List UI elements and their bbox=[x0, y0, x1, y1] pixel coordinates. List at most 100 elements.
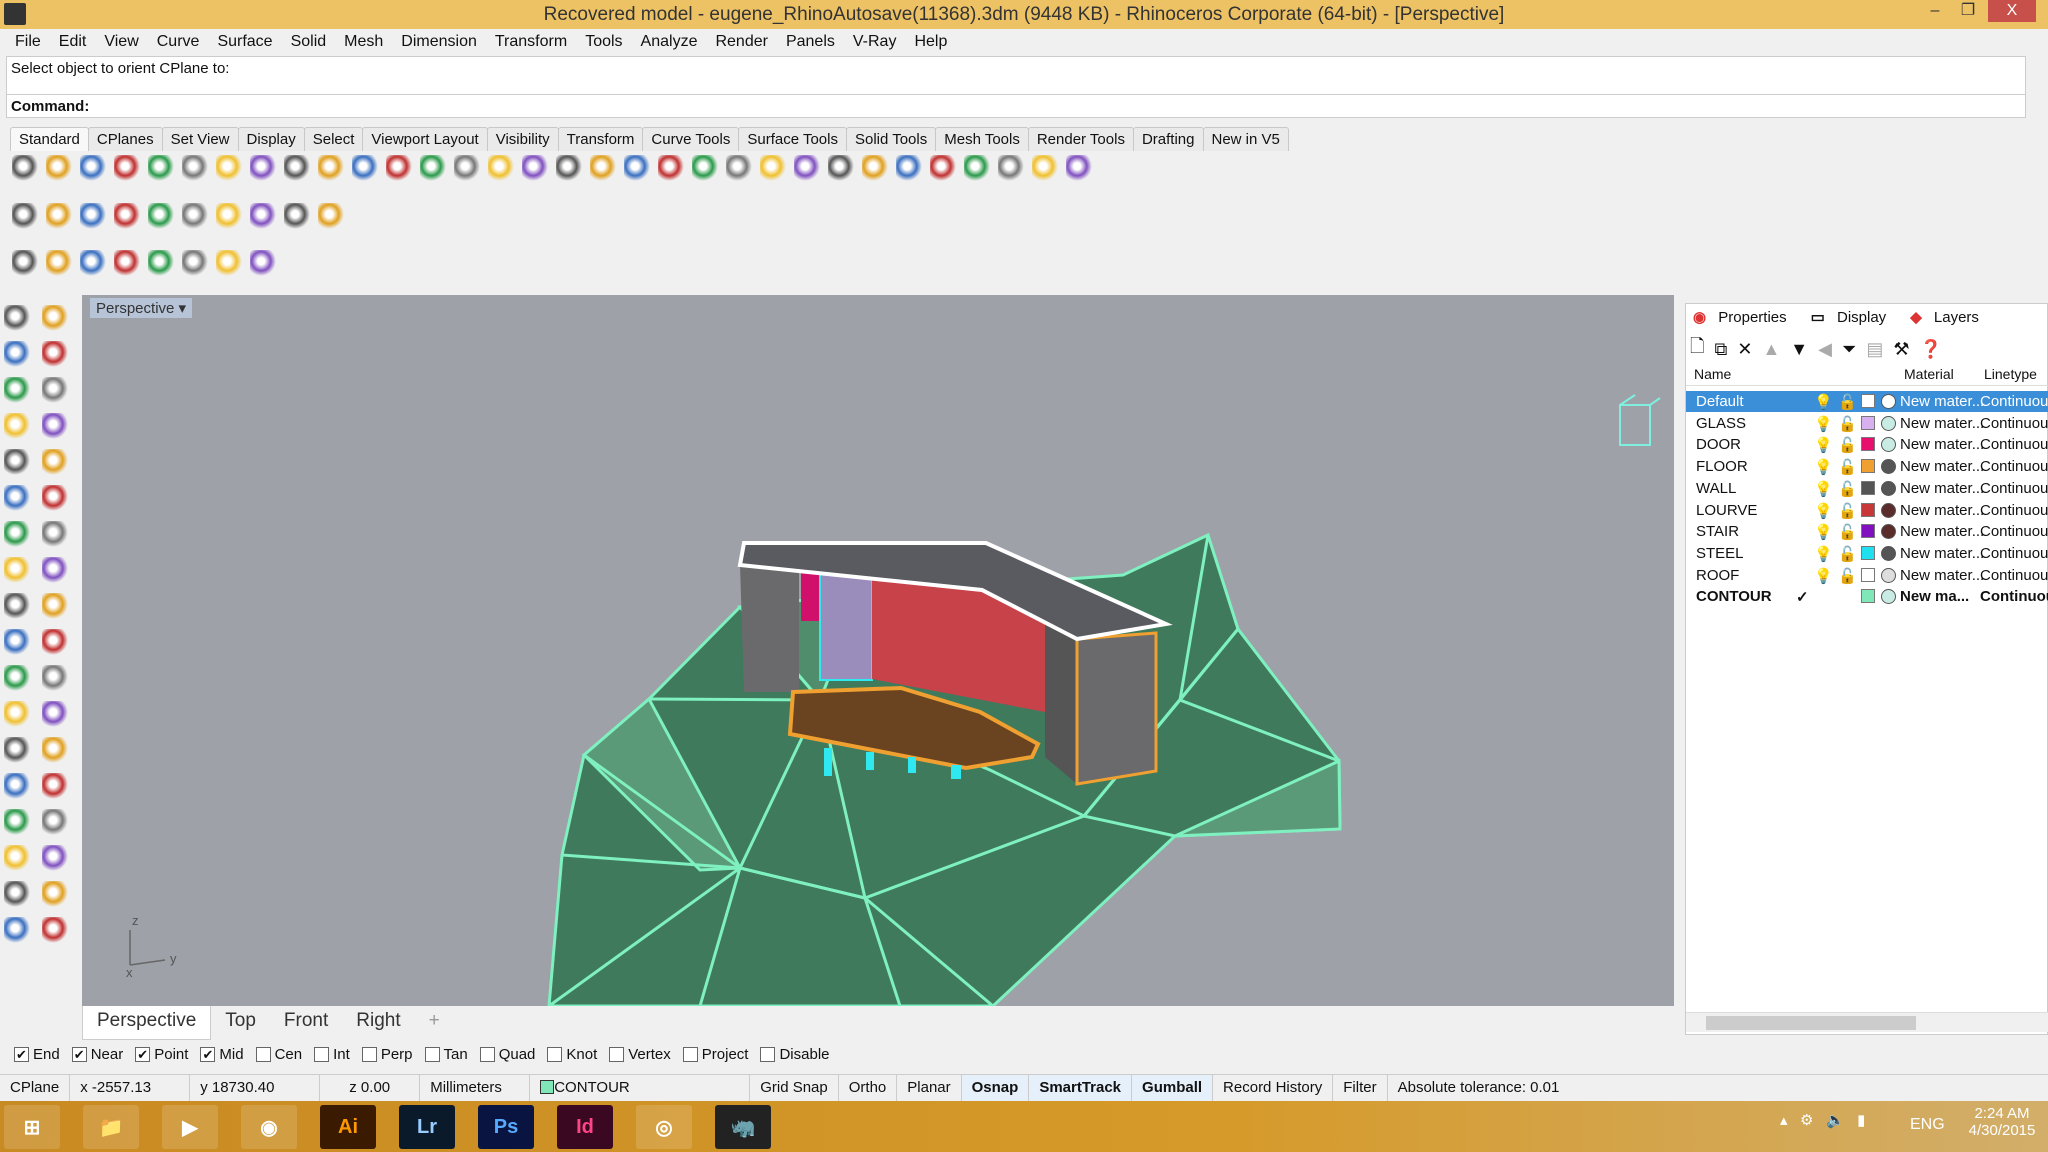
units[interactable]: Millimeters bbox=[420, 1074, 531, 1102]
trim-icon[interactable] bbox=[42, 593, 70, 621]
planar-toggle[interactable]: Planar bbox=[897, 1074, 962, 1102]
vray-m-icon[interactable] bbox=[12, 203, 40, 231]
menu-vray[interactable]: V-Ray bbox=[844, 33, 906, 51]
dimension-icon[interactable] bbox=[1032, 155, 1060, 183]
layer-name[interactable]: DOOR bbox=[1696, 436, 1741, 453]
material-sphere-icon[interactable] bbox=[1881, 459, 1896, 475]
point-icon[interactable] bbox=[42, 305, 70, 333]
photoshop-taskbar-icon[interactable]: Ps bbox=[478, 1105, 534, 1149]
boolean-icon[interactable] bbox=[42, 521, 70, 549]
export-icon[interactable] bbox=[148, 155, 176, 183]
checkbox[interactable] bbox=[609, 1047, 625, 1062]
layer-linetype[interactable]: Continuous bbox=[1980, 480, 2048, 497]
mesh-icon[interactable] bbox=[4, 809, 32, 837]
material-sphere-icon[interactable] bbox=[1881, 524, 1896, 540]
new-icon[interactable] bbox=[12, 155, 40, 183]
lightbulb-icon[interactable]: 💡 bbox=[1814, 458, 1833, 476]
move-out-icon[interactable]: ◀ bbox=[1818, 339, 1832, 360]
layer-material[interactable]: New mater... bbox=[1900, 523, 1984, 540]
fillet-icon[interactable] bbox=[42, 449, 70, 477]
filter-icon[interactable] bbox=[964, 155, 992, 183]
layer-linetype[interactable]: Continuous bbox=[1980, 502, 2048, 519]
toolbar-tab-drafting[interactable]: Drafting bbox=[1132, 127, 1204, 151]
delete-layer-icon[interactable]: ✕ bbox=[1737, 339, 1752, 360]
material-sphere-icon[interactable] bbox=[1881, 415, 1896, 431]
explode-icon[interactable] bbox=[4, 593, 32, 621]
add-viewport-tab-button[interactable]: + bbox=[415, 1006, 454, 1040]
column-material[interactable]: Material bbox=[1904, 366, 1954, 382]
column-name[interactable]: Name bbox=[1694, 366, 1731, 382]
layer-row[interactable]: CONTOUR ✓ New ma... Continuous bbox=[1686, 586, 2048, 607]
tab-layers[interactable]: ◆ Layers bbox=[1902, 306, 1995, 328]
toolbar-tab-curve-tools[interactable]: Curve Tools bbox=[642, 127, 740, 151]
filter-icon[interactable]: ⏷ bbox=[1842, 339, 1856, 360]
tools-icon[interactable]: ⚒ bbox=[1893, 339, 1909, 360]
checkbox[interactable] bbox=[479, 1047, 495, 1062]
material-sphere-icon[interactable] bbox=[1881, 394, 1896, 409]
unlock-icon[interactable]: 🔓 bbox=[1838, 502, 1857, 520]
zoom-extents-icon[interactable] bbox=[454, 155, 482, 183]
paste-icon[interactable] bbox=[250, 155, 278, 183]
steam-taskbar-icon[interactable]: ◉ bbox=[241, 1105, 297, 1149]
menu-panels[interactable]: Panels bbox=[777, 33, 844, 51]
layer-color-swatch[interactable] bbox=[1861, 459, 1875, 474]
layer-linetype[interactable]: Continuous bbox=[1980, 415, 2048, 432]
circle-icon[interactable] bbox=[658, 155, 686, 183]
absolute-tolerance[interactable]: Absolute tolerance: 0.01 bbox=[1388, 1075, 1570, 1102]
menu-analyze[interactable]: Analyze bbox=[632, 33, 707, 51]
zoom-window-icon[interactable] bbox=[420, 155, 448, 183]
horizontal-scrollbar[interactable] bbox=[1686, 1012, 2048, 1032]
rhino-taskbar-icon[interactable]: 🦏 bbox=[715, 1105, 771, 1149]
help-icon[interactable] bbox=[1066, 155, 1094, 183]
paint-icon[interactable] bbox=[42, 917, 70, 945]
toolbar-tab-cplanes[interactable]: CPlanes bbox=[87, 127, 163, 151]
toolbar-tab-select[interactable]: Select bbox=[303, 127, 364, 151]
osnap-knot[interactable]: Knot bbox=[547, 1046, 597, 1063]
curve-icon[interactable] bbox=[42, 341, 70, 369]
vray-rt-icon[interactable] bbox=[148, 203, 176, 231]
split-icon[interactable] bbox=[4, 629, 32, 657]
menu-tools[interactable]: Tools bbox=[576, 33, 631, 51]
layer-material[interactable]: New mater... bbox=[1900, 393, 1984, 410]
layer-color-swatch[interactable] bbox=[1861, 502, 1875, 517]
lightbulb-icon[interactable]: 💡 bbox=[1814, 393, 1833, 411]
vray-r-icon[interactable] bbox=[114, 203, 142, 231]
material-sphere-icon[interactable] bbox=[1881, 502, 1896, 518]
record-history-toggle[interactable]: Record History bbox=[1213, 1074, 1334, 1102]
light-icon[interactable] bbox=[726, 155, 754, 183]
checkbox[interactable] bbox=[424, 1047, 440, 1062]
osnap-tan[interactable]: Tan bbox=[424, 1046, 468, 1063]
layer-material[interactable]: New ma... bbox=[1900, 588, 1969, 605]
offset-icon[interactable] bbox=[4, 701, 32, 729]
shield-icon[interactable] bbox=[794, 155, 822, 183]
mesh-light-icon[interactable] bbox=[148, 250, 176, 278]
layer-color-swatch[interactable] bbox=[1861, 589, 1875, 604]
car-icon[interactable] bbox=[590, 155, 618, 183]
filter-toggle[interactable]: Filter bbox=[1333, 1074, 1388, 1102]
extrude-icon[interactable] bbox=[4, 557, 32, 585]
toolbar-tab-mesh-tools[interactable]: Mesh Tools bbox=[935, 127, 1029, 151]
layer-color-swatch[interactable] bbox=[1861, 524, 1875, 539]
sphere-icon[interactable] bbox=[862, 155, 890, 183]
layer-material[interactable]: New mater... bbox=[1900, 458, 1984, 475]
render-icon[interactable] bbox=[4, 917, 32, 945]
unlock-icon[interactable]: 🔓 bbox=[1838, 480, 1857, 498]
undo-icon[interactable] bbox=[284, 155, 312, 183]
rotate-icon[interactable] bbox=[522, 155, 550, 183]
ungroup-icon[interactable] bbox=[42, 665, 70, 693]
lock-icon[interactable] bbox=[760, 155, 788, 183]
layer-name[interactable]: CONTOUR bbox=[1696, 588, 1772, 605]
layer-color-swatch[interactable] bbox=[1861, 437, 1875, 452]
plane-icon[interactable] bbox=[42, 557, 70, 585]
toolbar-tab-surface-tools[interactable]: Surface Tools bbox=[738, 127, 847, 151]
osnap-toggle[interactable]: Osnap bbox=[961, 1074, 1030, 1102]
osnap-end[interactable]: ✔ End bbox=[14, 1046, 60, 1063]
ellipse-icon[interactable] bbox=[4, 449, 32, 477]
unlock-icon[interactable]: 🔓 bbox=[1838, 415, 1857, 433]
layer-linetype[interactable]: Continuous bbox=[1980, 567, 2048, 584]
layer-name[interactable]: LOURVE bbox=[1696, 502, 1757, 519]
sun-icon[interactable] bbox=[12, 250, 40, 278]
ortho-toggle[interactable]: Ortho bbox=[839, 1074, 898, 1102]
lightbulb-icon[interactable]: 💡 bbox=[1814, 502, 1833, 520]
chevron-down-icon[interactable]: ▾ bbox=[179, 300, 187, 317]
